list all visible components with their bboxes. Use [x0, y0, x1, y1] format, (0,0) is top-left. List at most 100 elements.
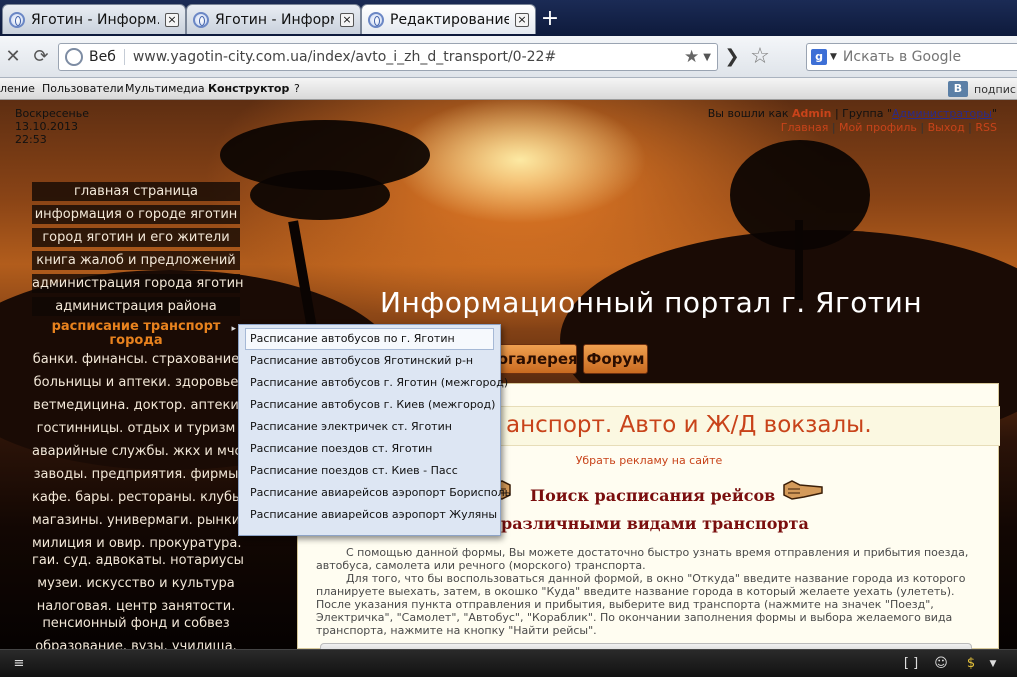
submenu-item[interactable]: Расписание автобусов Яготинский р-н	[245, 350, 494, 372]
side-menu-item[interactable]: милиция и овир. прокуратура.	[32, 534, 242, 551]
opera-globe-icon	[9, 11, 25, 28]
photo-gallery-button[interactable]: тогалерея	[488, 344, 578, 374]
google-icon[interactable]: g	[811, 49, 827, 65]
link-logout[interactable]: Выход	[928, 121, 965, 134]
side-menu-item[interactable]: образование. вузы. училища.	[32, 637, 240, 649]
vk-icon: В	[948, 81, 968, 97]
close-icon[interactable]: ×	[165, 12, 179, 27]
browser-navigation-bar: ✕ ⟳ Веб ★ ▼ ❯ ☆ g ▼	[0, 36, 1017, 78]
side-menu-item-transport-schedule[interactable]: расписание транспорт города ▸	[32, 320, 240, 350]
submenu-item[interactable]: Расписание автобусов г. Киев (межгород)	[245, 394, 495, 416]
admin-bar-item-help[interactable]: ?	[294, 82, 300, 95]
side-menu-item[interactable]: гаи. суд. адвокаты. нотариусы	[32, 551, 244, 574]
fullscreen-icon[interactable]: [ ]	[902, 656, 920, 672]
date-value: 13.10.2013	[15, 120, 78, 133]
link-my-profile[interactable]: Мой профиль	[839, 121, 917, 134]
address-label: Веб	[89, 49, 125, 65]
side-menu: главная страница информация о городе яго…	[32, 182, 244, 649]
side-menu-item[interactable]: ветмедицина. доктор. аптеки	[32, 396, 240, 419]
close-icon[interactable]: ×	[340, 12, 354, 27]
side-menu-label: расписание транспорт города	[51, 319, 221, 348]
opera-globe-icon	[193, 11, 209, 28]
side-menu-item[interactable]: администрация города яготин	[32, 274, 244, 293]
chevron-down-icon[interactable]: ▼	[830, 52, 837, 62]
side-menu-item[interactable]: город яготин и его жители	[32, 228, 240, 247]
submenu-item[interactable]: Расписание поездов ст. Яготин	[245, 438, 494, 460]
new-tab-button[interactable]: +	[539, 8, 561, 30]
link-separator: |	[968, 121, 972, 134]
link-rss[interactable]: RSS	[975, 121, 997, 134]
side-menu-item[interactable]: пенсионный фонд и собвез	[32, 614, 240, 637]
side-menu-item[interactable]: книга жалоб и предложений	[32, 251, 240, 270]
side-menu-item[interactable]: больницы и аптеки. здоровье	[32, 373, 240, 396]
browser-tab-1[interactable]: Яготин - Информ... ×	[2, 4, 186, 34]
url-input[interactable]	[124, 49, 685, 65]
instructions-paragraph: Для того, что бы воспользоваться данной …	[316, 572, 966, 637]
side-menu-item[interactable]: главная страница	[32, 182, 240, 201]
vk-subscribe-label: подпис	[974, 82, 1016, 96]
dollar-shield-icon[interactable]: $	[962, 656, 980, 672]
admin-bar-item-constructor[interactable]: Конструктор	[208, 82, 289, 95]
browser-tab-strip: Яготин - Информ... × Яготин - Информ... …	[0, 0, 1017, 36]
pointing-hand-left-icon	[783, 480, 823, 500]
side-menu-item[interactable]: гостинницы. отдых и туризм	[32, 419, 240, 442]
forward-arrow-icon[interactable]: ❯	[722, 46, 742, 68]
close-icon[interactable]: ×	[515, 12, 529, 27]
site-admin-bar: ление Пользователи Мультимедиа Конструкт…	[0, 78, 1017, 100]
group-link[interactable]: Администраторы	[892, 107, 992, 120]
smiley-icon[interactable]: ☺	[932, 656, 950, 672]
login-username[interactable]: Admin	[792, 107, 831, 120]
chevron-down-icon[interactable]: ▼	[703, 52, 711, 63]
instructions-text: С помощью данной формы, Вы можете достат…	[316, 546, 988, 637]
chevron-right-icon: ▸	[231, 324, 236, 334]
tab-title: Редактирование ...	[390, 11, 509, 28]
vk-subscribe-button[interactable]: В подпис	[948, 81, 1016, 97]
submenu-item[interactable]: Расписание автобусов по г. Яготин	[245, 328, 494, 350]
portal-title: Информационный портал г. Яготин	[380, 286, 923, 319]
side-menu-item[interactable]: банки. финансы. страхование	[32, 350, 240, 373]
side-menu-item[interactable]: администрация района	[32, 297, 240, 316]
tree-crown	[250, 170, 390, 220]
page-title: анспорт. Авто и Ж/Д вокзалы.	[506, 412, 872, 438]
browser-tab-2[interactable]: Яготин - Информ... ×	[186, 4, 361, 34]
website-viewport: Воскресенье 13.10.2013 22:53 Вы вошли ка…	[0, 100, 1017, 649]
submenu-item[interactable]: Расписание авиарейсов аэропорт Борисполь	[245, 482, 511, 504]
admin-bar-item-users[interactable]: Пользователи	[42, 82, 124, 95]
chevron-down-icon[interactable]: ▼	[984, 656, 1002, 672]
forum-button[interactable]: Форум	[583, 344, 648, 374]
search-box[interactable]: g ▼	[806, 43, 1017, 71]
side-menu-item[interactable]: аварийные службы. жкх и мчс	[32, 442, 242, 465]
submenu-item[interactable]: Расписание авиарейсов аэропорт Жуляны	[245, 504, 497, 526]
search-title: Поиск расписания рейсов	[530, 486, 776, 505]
admin-bar-item[interactable]: ление	[0, 82, 35, 95]
side-menu-item[interactable]: кафе. бары. рестораны. клубы	[32, 488, 242, 511]
browser-status-bar: ≡ [ ] ☺ $ ▼	[0, 649, 1017, 677]
search-input[interactable]	[842, 49, 1017, 65]
group-prefix: | Группа "	[834, 107, 893, 120]
side-menu-item[interactable]: информация о городе яготин	[32, 205, 240, 224]
reload-icon[interactable]: ⟳	[30, 46, 52, 68]
close-icon[interactable]: ✕	[2, 46, 24, 68]
side-menu-item[interactable]: музеи. искусство и культура	[32, 574, 240, 597]
star-icon[interactable]: ★	[684, 47, 699, 67]
instructions-paragraph: С помощью данной формы, Вы можете достат…	[316, 546, 969, 572]
transport-schedule-submenu: Расписание автобусов по г. Яготин Распис…	[238, 324, 511, 536]
panel-toggle-icon[interactable]: ≡	[10, 656, 28, 672]
side-menu-item[interactable]: налоговая. центр занятости.	[32, 597, 240, 614]
browser-tab-3[interactable]: Редактирование ... ×	[361, 4, 536, 34]
submenu-item[interactable]: Расписание электричек ст. Яготин	[245, 416, 494, 438]
side-menu-item[interactable]: магазины. универмаги. рынки	[32, 511, 240, 534]
submenu-item[interactable]: Расписание автобусов г. Яготин (межгород…	[245, 372, 508, 394]
globe-icon	[65, 48, 83, 66]
tab-title: Яготин - Информ...	[31, 11, 159, 28]
address-bar[interactable]: Веб ★ ▼	[58, 43, 718, 71]
submenu-item[interactable]: Расписание поездов ст. Киев - Пасс	[245, 460, 494, 482]
search-subtitle: различными видами транспорта	[501, 514, 809, 533]
bookmark-star-icon[interactable]: ☆	[748, 45, 772, 69]
admin-bar-item-multimedia[interactable]: Мультимедиа	[125, 82, 205, 95]
link-home[interactable]: Главная	[781, 121, 829, 134]
tab-title: Яготин - Информ...	[215, 11, 334, 28]
side-menu-item[interactable]: заводы. предприятия. фирмы	[32, 465, 240, 488]
group-suffix: "	[991, 107, 997, 120]
link-separator: |	[831, 121, 836, 134]
